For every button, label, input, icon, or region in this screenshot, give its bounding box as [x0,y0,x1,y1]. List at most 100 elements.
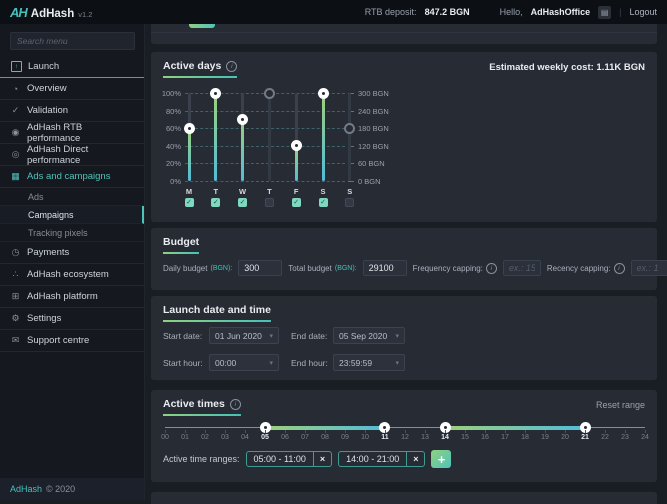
sidebar-subitem-ads[interactable]: Ads [0,188,144,206]
chevron-down-icon: ▾ [395,359,399,367]
reset-range-button[interactable]: Reset range [596,400,645,410]
sidebar-subitem-campaigns[interactable]: Campaigns [0,206,144,224]
sidebar-item-rtb-performance[interactable]: ◉AdHash RTB performance [0,122,144,144]
start-hour-label: Start hour: [163,358,203,368]
frequency-capping-input[interactable] [503,260,541,276]
day-slider-fill [214,93,217,181]
end-date-label: End date: [291,331,327,341]
profile-icon[interactable]: ▤ [598,6,611,19]
hour-scale: 0001020304050607080910111213141516171819… [165,430,645,442]
day-slider-handle[interactable] [237,114,248,125]
active-time-ranges-label: Active time ranges: [163,454,240,464]
day-checkbox[interactable]: ✓ [238,198,247,207]
day-slider-track[interactable] [295,93,298,181]
hour-label: 18 [517,434,533,441]
day-slider-handle[interactable] [184,123,195,134]
hour-label: 19 [537,434,553,441]
sidebar-item-validation[interactable]: ✓Validation [0,100,144,122]
sidebar-item-platform[interactable]: ⊞ AdHash platform [0,286,144,308]
footer-brand[interactable]: AdHash [10,484,42,494]
hour-label: 03 [217,434,233,441]
day-slider-track[interactable] [214,93,217,181]
hour-label: 09 [337,434,353,441]
sidebar-item-overview[interactable]: ◔Overview [0,78,144,100]
hour-tick [285,430,286,433]
sidebar-item-label: AdHash ecosystem [27,269,109,280]
percent-tick-label: 80% [151,107,181,116]
recency-capping-label: Recency capping: i [547,263,625,274]
currency-suffix: (BGN): [335,265,357,272]
day-label: T [206,187,226,196]
hour-tick [465,430,466,433]
sidebar-item-ads-campaigns[interactable]: ▦Ads and campaigns [0,166,144,188]
rtb-deposit-label: RTB deposit: [365,7,417,17]
active-times-card: Active times i Reset range 0001020304050… [151,390,657,482]
sidebar-item-settings[interactable]: ⚙Settings [0,308,144,330]
day-slider-track[interactable] [241,93,244,181]
sidebar-footer: AdHash © 2020 [0,478,144,500]
start-date-select[interactable]: 01 Jun 2020▾ [209,327,279,344]
day-slider-track[interactable] [348,93,351,181]
active-days-card: Active days i Estimated weekly cost: 1.1… [151,52,657,222]
sidebar-item-payments[interactable]: ◷Payments [0,242,144,264]
hour-tick [425,430,426,433]
day-checkbox[interactable] [265,198,274,207]
sidebar-item-label: Payments [27,247,69,258]
grid-icon: ⊞ [10,291,21,302]
day-checkbox[interactable] [345,198,354,207]
sidebar-subitem-tracking-pixels[interactable]: Tracking pixels [0,224,144,242]
hour-label: 23 [617,434,633,441]
day-slider-track[interactable] [268,93,271,181]
sidebar-item-launch[interactable]: ↑Launch [0,56,144,78]
remove-range-button[interactable]: × [313,452,331,466]
start-hour-select[interactable]: 00:00▾ [209,354,279,371]
day-slider-handle[interactable] [210,88,221,99]
gauge-icon: ◉ [10,127,21,138]
info-icon[interactable]: i [226,61,237,72]
sidebar-item-label: Validation [27,105,68,116]
percent-tick-label: 40% [151,142,181,151]
cropped-teal-element [189,24,215,28]
bgn-tick-mark [348,181,354,182]
hour-label: 08 [317,434,333,441]
overview-icon: ◔ [10,84,21,94]
hour-tick [645,430,646,433]
adhash-logo[interactable]: AH AdHash v1.2 [10,5,92,20]
day-checkbox[interactable]: ✓ [292,198,301,207]
end-hour-select[interactable]: 23:59:59▾ [333,354,405,371]
info-icon[interactable]: i [230,399,241,410]
sidebar-item-direct-performance[interactable]: ◎AdHash Direct performance [0,144,144,166]
sidebar-item-label: AdHash platform [27,291,98,302]
sidebar-item-ecosystem[interactable]: ∴AdHash ecosystem [0,264,144,286]
day-slider-handle[interactable] [318,88,329,99]
estimated-weekly-cost: Estimated weekly cost: 1.11K BGN [489,62,645,73]
day-checkbox[interactable]: ✓ [185,198,194,207]
sidebar-item-label: Launch [28,61,59,72]
previous-section-card-partial [151,24,657,44]
info-icon[interactable]: i [486,263,497,274]
recency-capping-input[interactable] [631,260,667,276]
hour-tick [625,430,626,433]
add-range-button[interactable]: + [431,450,451,468]
search-input[interactable] [10,32,135,50]
percent-tick-label: 60% [151,124,181,133]
hour-tick [345,430,346,433]
end-date-select[interactable]: 05 Sep 2020▾ [333,327,405,344]
gear-icon: ⚙ [10,313,21,324]
rtb-deposit-value: 847.2 BGN [425,7,470,17]
hour-label: 24 [637,434,653,441]
info-icon[interactable]: i [614,263,625,274]
day-slider-track[interactable] [188,93,191,181]
day-slider-handle[interactable] [264,88,275,99]
hour-tick [525,430,526,433]
sidebar-item-support[interactable]: ✉Support centre [0,330,144,352]
daily-budget-input[interactable] [238,260,282,276]
day-slider-handle[interactable] [291,140,302,151]
day-slider-handle[interactable] [344,123,355,134]
logout-button[interactable]: Logout [629,7,657,17]
day-checkbox[interactable]: ✓ [319,198,328,207]
remove-range-button[interactable]: × [406,452,424,466]
day-slider-track[interactable] [322,93,325,181]
day-checkbox[interactable]: ✓ [211,198,220,207]
total-budget-input[interactable] [363,260,407,276]
